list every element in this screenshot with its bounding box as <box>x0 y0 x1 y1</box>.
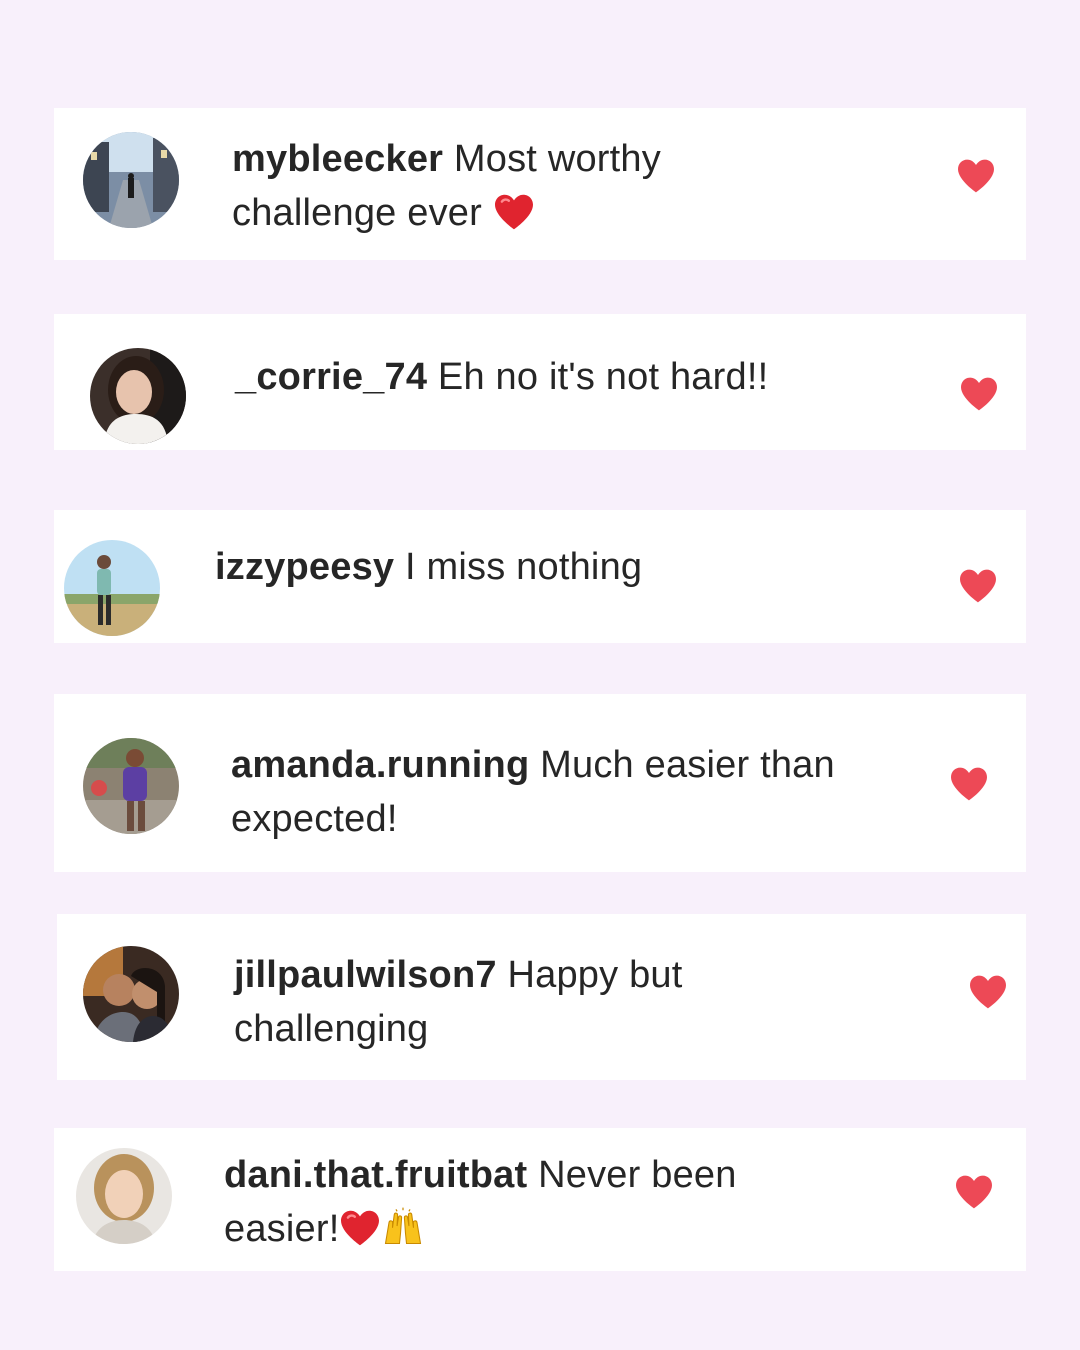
comment-username[interactable]: jillpaulwilson7 <box>234 954 497 996</box>
avatar[interactable] <box>64 540 160 636</box>
comment-username[interactable]: izzypeesy <box>215 546 394 588</box>
comment-text: izzypeesy I miss nothing <box>215 540 915 594</box>
comment-body-line2: challenging <box>234 1008 429 1050</box>
comment-body: Most worthy <box>443 138 661 180</box>
avatar[interactable] <box>83 738 179 834</box>
comment-card: _corrie_74 Eh no it's not hard!! <box>54 314 1026 450</box>
comment-body: Never been <box>527 1154 737 1196</box>
comment-username[interactable]: mybleecker <box>232 138 443 180</box>
like-heart-icon[interactable] <box>968 974 1008 1010</box>
like-heart-icon[interactable] <box>954 1174 994 1210</box>
comment-username[interactable]: _corrie_74 <box>235 356 427 398</box>
comment-body-line2: expected! <box>231 798 398 840</box>
comment-body: Much easier than <box>529 744 835 786</box>
like-heart-icon[interactable] <box>958 568 998 604</box>
comment-body: Eh no it's not hard!! <box>427 356 769 398</box>
avatar[interactable] <box>83 132 179 228</box>
comment-text: amanda.running Much easier than expected… <box>231 738 931 846</box>
red-heart-emoji-icon <box>339 1209 381 1247</box>
comment-card: dani.that.fruitbat Never been easier! <box>54 1128 1026 1271</box>
comment-card: mybleecker Most worthy challenge ever <box>54 108 1026 260</box>
comment-body-line2: easier! <box>224 1208 340 1250</box>
like-heart-icon[interactable] <box>959 376 999 412</box>
comment-body-line2: challenge ever <box>232 192 493 234</box>
comment-card: jillpaulwilson7 Happy but challenging <box>57 914 1026 1080</box>
comment-text: dani.that.fruitbat Never been easier! <box>224 1148 924 1256</box>
comment-card: izzypeesy I miss nothing <box>54 510 1026 643</box>
comment-text: jillpaulwilson7 Happy but challenging <box>234 948 934 1056</box>
comment-text: mybleecker Most worthy challenge ever <box>232 132 932 240</box>
comment-card: amanda.running Much easier than expected… <box>54 694 1026 872</box>
red-heart-emoji-icon <box>493 193 535 231</box>
comment-username[interactable]: amanda.running <box>231 744 529 786</box>
comment-text: _corrie_74 Eh no it's not hard!! <box>235 350 935 404</box>
avatar[interactable] <box>76 1148 172 1244</box>
comment-body: I miss nothing <box>394 546 643 588</box>
comment-username[interactable]: dani.that.fruitbat <box>224 1154 527 1196</box>
like-heart-icon[interactable] <box>956 158 996 194</box>
like-heart-icon[interactable] <box>949 766 989 802</box>
raised-hands-emoji-icon <box>381 1205 425 1247</box>
avatar[interactable] <box>83 946 179 1042</box>
comment-body: Happy but <box>496 954 683 996</box>
avatar[interactable] <box>90 348 186 444</box>
